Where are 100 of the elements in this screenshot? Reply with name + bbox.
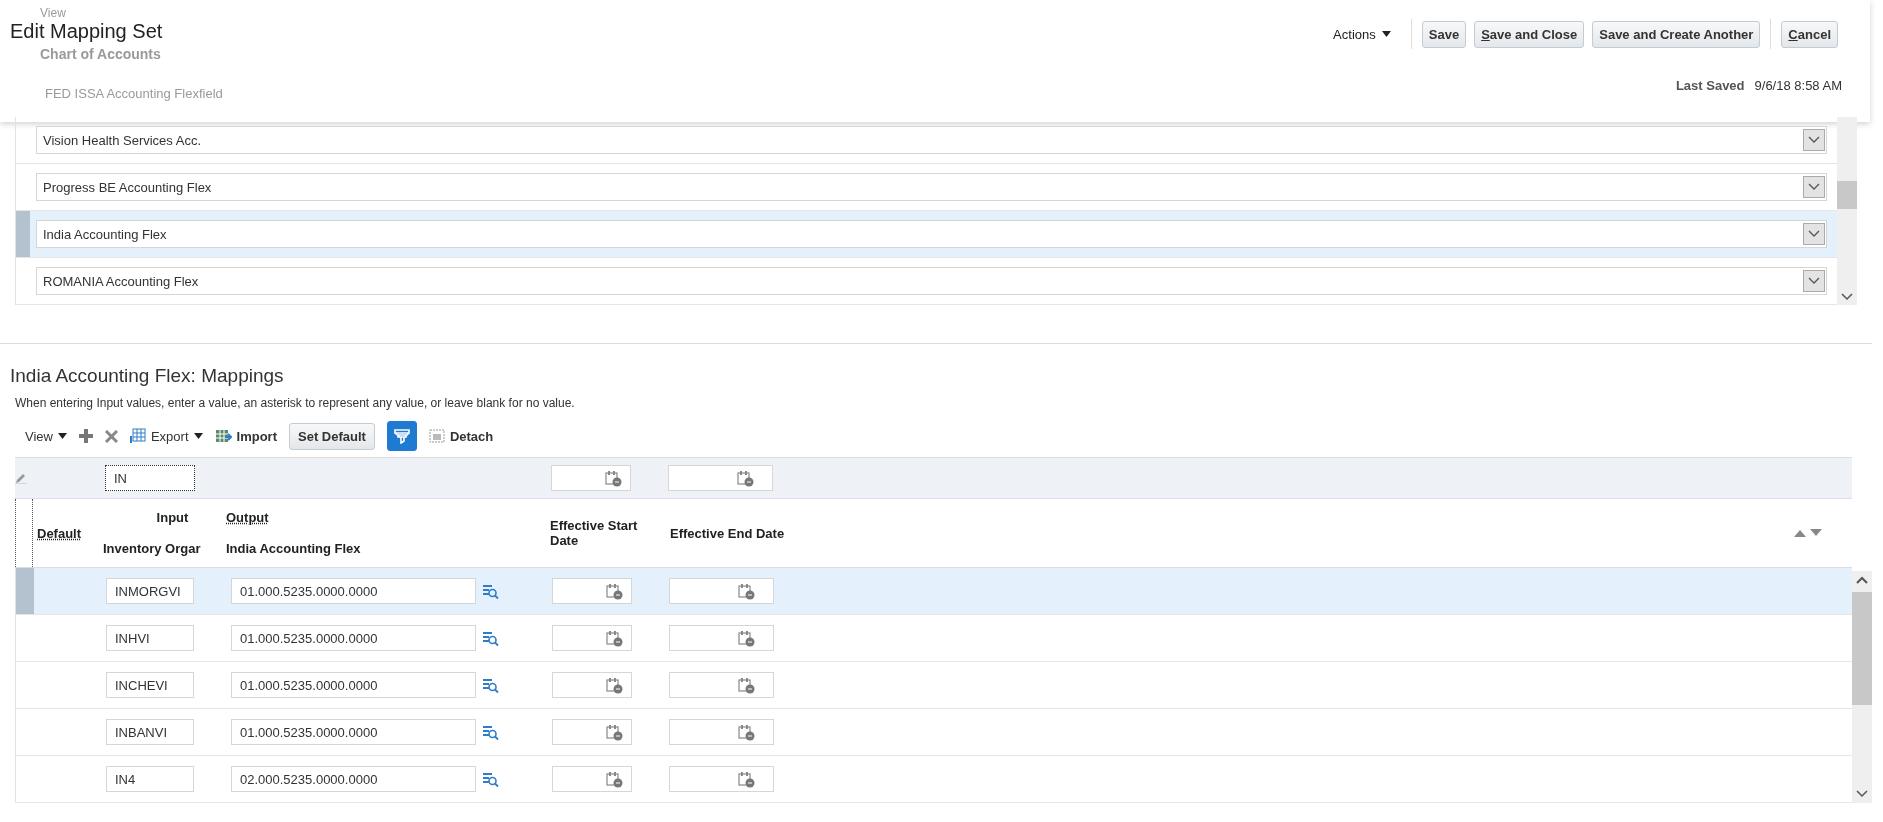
- date-field[interactable]: [668, 465, 773, 491]
- input-field[interactable]: 01.000.5235.0000.0000: [231, 625, 476, 651]
- calendar-icon[interactable]: [738, 770, 755, 788]
- toolbar-button[interactable]: Cancel: [1781, 20, 1838, 48]
- input-field[interactable]: 01.000.5235.0000.0000: [231, 672, 476, 698]
- table-row[interactable]: INCHEVI 01.000.5235.0000.0000: [15, 662, 1852, 709]
- search-icon[interactable]: [482, 629, 499, 647]
- scroll-up-icon[interactable]: [1856, 576, 1868, 584]
- input-field[interactable]: INMORGVI: [106, 578, 194, 604]
- row-header-column: [15, 499, 33, 567]
- dropdown-button[interactable]: [1803, 176, 1825, 198]
- table-row[interactable]: Vision Health Services Acc.: [16, 117, 1837, 164]
- search-icon[interactable]: [482, 723, 499, 741]
- set-default-button[interactable]: Set Default: [289, 422, 375, 450]
- instructions-text: When entering Input values, enter a value, an asterisk to represent any value, or leave blank for no value.: [14, 395, 576, 410]
- caret-icon: [1381, 31, 1391, 37]
- toolbar-button[interactable]: Save: [1421, 20, 1467, 48]
- input-field[interactable]: INHVI: [106, 625, 194, 651]
- row-selection-indicator: [16, 211, 30, 257]
- column-header: Effective Start Date: [550, 518, 639, 548]
- import-button[interactable]: Import: [214, 428, 277, 444]
- calendar-icon[interactable]: [606, 629, 623, 647]
- input-field[interactable]: 01.000.5235.0000.0000: [231, 719, 476, 745]
- select-field[interactable]: India Accounting Flex: [36, 220, 1827, 248]
- calendar-icon[interactable]: [606, 582, 623, 600]
- select-field[interactable]: Vision Health Services Acc.: [36, 126, 1827, 154]
- sort-descending-icon[interactable]: [1810, 529, 1822, 537]
- toolbar-button[interactable]: Save and Close: [1474, 20, 1585, 48]
- column-group-header[interactable]: Output: [226, 510, 269, 525]
- input-field[interactable]: INBANVI: [106, 719, 194, 745]
- table-row[interactable]: IN4 02.000.5235.0000.0000: [15, 756, 1852, 803]
- toolbar-button[interactable]: Save and Create Another: [1592, 20, 1761, 48]
- last-saved-value: 9/6/18 8:58 AM: [1754, 78, 1842, 93]
- table-row[interactable]: INHVI 01.000.5235.0000.0000: [15, 615, 1852, 662]
- table-row[interactable]: INMORGVI 01.000.5235.0000.0000: [15, 568, 1852, 615]
- add-icon[interactable]: [78, 429, 93, 443]
- date-field[interactable]: [552, 625, 632, 651]
- delete-icon[interactable]: [104, 429, 118, 443]
- select-field[interactable]: ROMANIA Accounting Flex: [36, 267, 1827, 295]
- filter-toggle-button[interactable]: [386, 421, 417, 451]
- scrollbar-thumb[interactable]: [1837, 181, 1857, 209]
- table-row[interactable]: INBANVI 01.000.5235.0000.0000: [15, 709, 1852, 756]
- filter-icon: [393, 428, 410, 444]
- column-header: India Accounting Flex: [226, 541, 361, 556]
- view-menu[interactable]: View: [25, 428, 67, 444]
- search-icon[interactable]: [482, 770, 499, 788]
- dropdown-button[interactable]: [1803, 223, 1825, 245]
- last-saved-label: Last Saved: [1675, 78, 1745, 93]
- input-field[interactable]: IN4: [106, 766, 194, 792]
- search-icon[interactable]: [482, 582, 499, 600]
- column-header: Chart of Accounts: [40, 46, 161, 62]
- table-row[interactable]: ROMANIA Accounting Flex: [16, 258, 1837, 305]
- scrollbar[interactable]: [1852, 571, 1872, 803]
- select-field[interactable]: Progress BE Accounting Flex: [36, 173, 1827, 201]
- date-field[interactable]: [669, 625, 774, 651]
- date-field[interactable]: [552, 719, 632, 745]
- actions-menu[interactable]: Actions: [1333, 26, 1391, 52]
- scrollbar-thumb[interactable]: [1852, 592, 1872, 705]
- calendar-icon[interactable]: [738, 676, 755, 694]
- input-field[interactable]: INCHEVI: [106, 672, 194, 698]
- table-row[interactable]: India Accounting Flex: [16, 211, 1837, 258]
- calendar-icon[interactable]: [606, 676, 623, 694]
- scrollbar[interactable]: [1837, 117, 1857, 305]
- section-title: India Accounting Flex: Mappings: [9, 364, 285, 387]
- search-icon[interactable]: [482, 676, 499, 694]
- date-field[interactable]: [552, 766, 632, 792]
- calendar-icon[interactable]: [605, 469, 622, 487]
- date-field[interactable]: [552, 672, 632, 698]
- date-field[interactable]: [669, 766, 774, 792]
- chevron-down-icon: [1808, 277, 1820, 285]
- row-selection-indicator: [16, 568, 34, 614]
- calendar-icon[interactable]: [738, 723, 755, 741]
- scroll-down-icon[interactable]: [1841, 293, 1853, 301]
- input-field[interactable]: 01.000.5235.0000.0000: [231, 578, 476, 604]
- date-field[interactable]: [669, 578, 774, 604]
- calendar-icon[interactable]: [738, 582, 755, 600]
- column-header: Inventory Orgar: [103, 541, 201, 556]
- calendar-icon[interactable]: [606, 723, 623, 741]
- export-menu[interactable]: Export: [129, 428, 203, 444]
- input-field[interactable]: 02.000.5235.0000.0000: [231, 766, 476, 792]
- date-field[interactable]: [551, 465, 631, 491]
- caret-icon: [193, 433, 203, 439]
- table-row[interactable]: Progress BE Accounting Flex: [16, 164, 1837, 211]
- date-field[interactable]: [552, 578, 632, 604]
- date-field[interactable]: [669, 672, 774, 698]
- date-field[interactable]: [669, 719, 774, 745]
- scroll-down-icon[interactable]: [1856, 790, 1868, 798]
- caret-icon: [57, 433, 67, 439]
- pencil-icon: [15, 472, 27, 484]
- column-group-header: Input: [156, 510, 189, 525]
- chevron-down-icon: [1808, 136, 1820, 144]
- dropdown-button[interactable]: [1803, 129, 1825, 151]
- calendar-icon[interactable]: [737, 469, 754, 487]
- dropdown-button[interactable]: [1803, 270, 1825, 292]
- detach-button[interactable]: Detach: [428, 428, 494, 444]
- calendar-icon[interactable]: [738, 629, 755, 647]
- sort-ascending-icon[interactable]: [1794, 529, 1806, 537]
- filter-input-field[interactable]: IN: [105, 465, 195, 491]
- column-header[interactable]: Default: [37, 525, 82, 541]
- calendar-icon[interactable]: [606, 770, 623, 788]
